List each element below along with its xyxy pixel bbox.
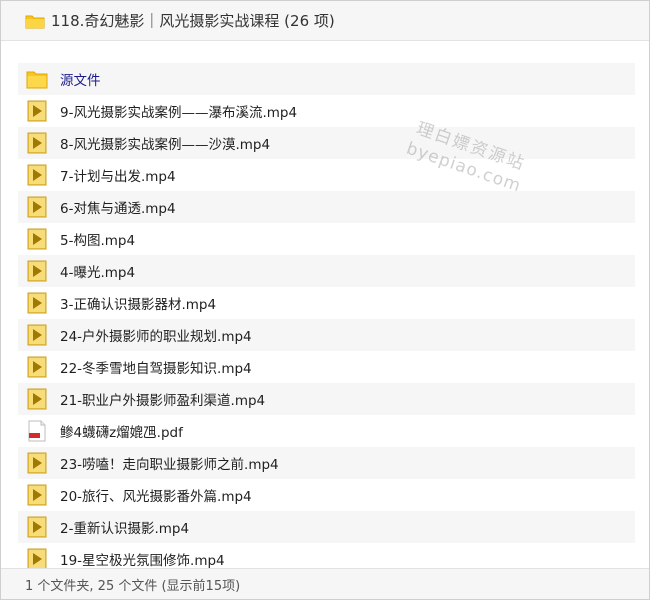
video-file-icon [26,516,48,538]
video-file-icon [26,260,48,282]
file-name: 2-重新认识摄影.mp4 [60,521,190,537]
file-row[interactable]: 3-正确认识摄影器材.mp4 [18,287,635,319]
video-file-icon [26,164,48,186]
file-name: 21-职业户外摄影师盈利渠道.mp4 [60,393,266,409]
file-row[interactable]: 5-构图.mp4 [18,223,635,255]
video-file-icon [26,484,48,506]
video-file-icon [26,388,48,410]
video-file-icon [26,132,48,154]
video-file-icon [26,228,48,250]
video-file-icon [26,324,48,346]
video-file-icon [26,292,48,314]
header-bar: 118.奇幻魅影｜风光摄影实战课程 (26 项) [1,1,649,41]
file-row[interactable]: 6-对焦与通透.mp4 [18,191,635,223]
file-list-window: 118.奇幻魅影｜风光摄影实战课程 (26 项) 源文件 9-风光摄影实战案例——… [0,0,650,600]
file-row[interactable]: 鲹4蠛礴z熘媲乪.pdf [18,415,635,447]
file-name: 24-户外摄影师的职业规划.mp4 [60,329,252,345]
video-file-icon [26,356,48,378]
file-row[interactable]: 21-职业户外摄影师盈利渠道.mp4 [18,383,635,415]
file-row[interactable]: 9-风光摄影实战案例——瀑布溪流.mp4 [18,95,635,127]
video-file-icon [26,452,48,474]
folder-title: 118.奇幻魅影｜风光摄影实战课程 (26 项) [51,12,335,30]
video-file-icon [26,196,48,218]
file-name: 7-计划与出发.mp4 [60,169,176,185]
file-name: 鲹4蠛礴z熘媲乪.pdf [60,425,183,441]
video-file-icon [26,548,48,568]
file-row[interactable]: 20-旅行、风光摄影番外篇.mp4 [18,479,635,511]
folder-row[interactable]: 源文件 [18,63,635,95]
file-name: 源文件 [60,73,101,89]
file-row[interactable]: 22-冬季雪地自驾摄影知识.mp4 [18,351,635,383]
file-name: 9-风光摄影实战案例——瀑布溪流.mp4 [60,105,298,121]
file-row[interactable]: 7-计划与出发.mp4 [18,159,635,191]
file-row[interactable]: 23-唠嗑！走向职业摄影师之前.mp4 [18,447,635,479]
video-file-icon [26,100,48,122]
file-name: 3-正确认识摄影器材.mp4 [60,297,217,313]
file-row[interactable]: 4-曝光.mp4 [18,255,635,287]
file-list: 源文件 9-风光摄影实战案例——瀑布溪流.mp4 8-风光摄影实战案例——沙漠.mp… [18,63,635,568]
file-row[interactable]: 8-风光摄影实战案例——沙漠.mp4 [18,127,635,159]
status-text: 1 个文件夹, 25 个文件 (显示前15项) [25,578,241,594]
pdf-file-icon [26,420,48,442]
file-row[interactable]: 24-户外摄影师的职业规划.mp4 [18,319,635,351]
folder-icon [25,15,45,28]
file-row[interactable]: 2-重新认识摄影.mp4 [18,511,635,543]
file-name: 5-构图.mp4 [60,233,136,249]
file-name: 4-曝光.mp4 [60,265,136,281]
file-name: 6-对焦与通透.mp4 [60,201,176,217]
folder-icon [26,68,48,90]
file-name: 22-冬季雪地自驾摄影知识.mp4 [60,361,252,377]
file-name: 20-旅行、风光摄影番外篇.mp4 [60,489,252,505]
file-name: 23-唠嗑！走向职业摄影师之前.mp4 [60,457,279,473]
file-name: 8-风光摄影实战案例——沙漠.mp4 [60,137,271,153]
file-name: 19-星空极光氛围修饰.mp4 [60,553,225,568]
file-row[interactable]: 19-星空极光氛围修饰.mp4 [18,543,635,568]
status-bar: 1 个文件夹, 25 个文件 (显示前15项) [1,568,649,599]
